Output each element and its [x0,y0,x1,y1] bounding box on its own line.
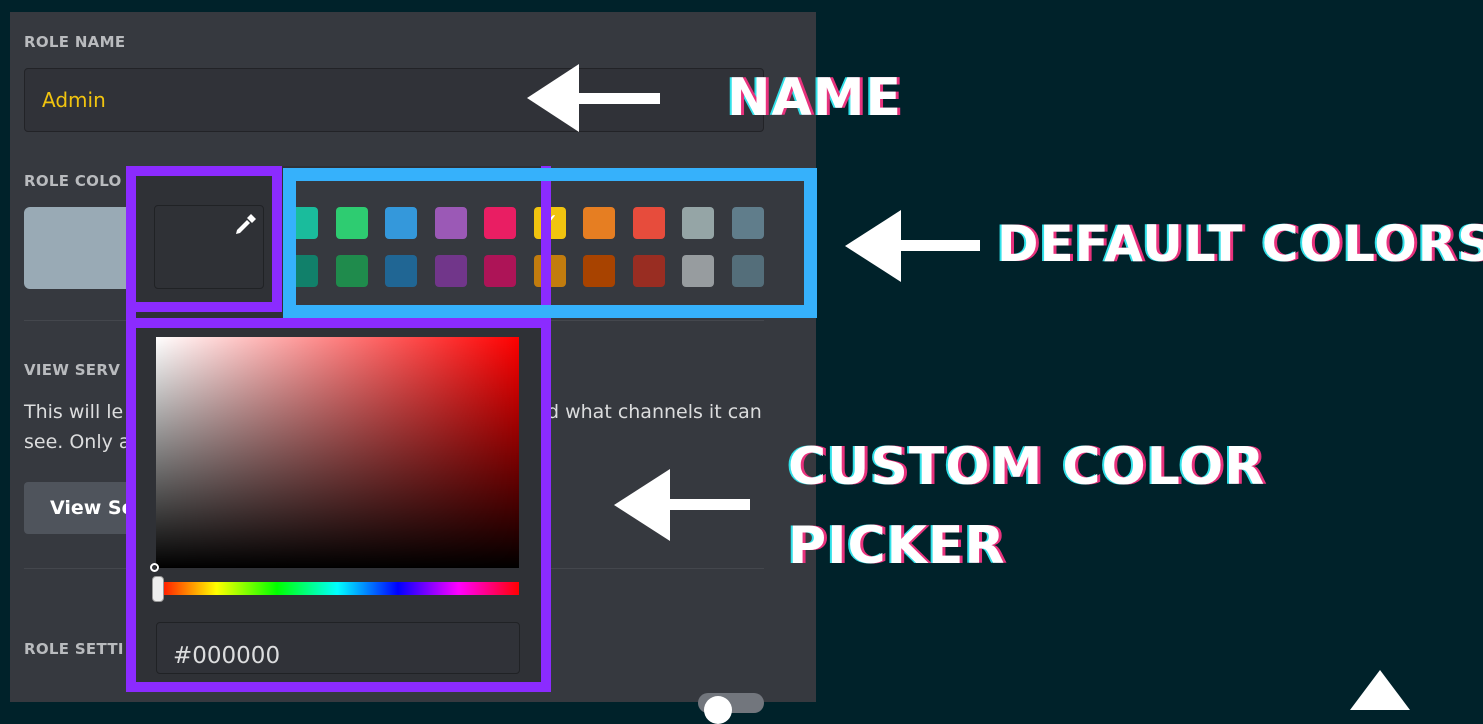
view-server-label: VIEW SERV [24,361,121,379]
arrow-left-icon [614,469,750,541]
logo-icon [1350,670,1410,710]
default-colors-highlight [283,168,817,318]
annotation-custom-color: CUSTOM COLOR [788,437,1266,497]
picker-top-border [126,318,551,358]
view-server-description-right: d what channels it can [547,401,762,423]
role-name-label: ROLE NAME [24,33,126,51]
view-server-description-2: see. Only a [24,431,131,453]
view-server-description: This will le [24,401,124,423]
annotation-name: NAME [727,68,903,128]
role-settings-label: ROLE SETTI [24,640,124,658]
role-color-label: ROLE COLO [24,172,122,190]
setting-toggle-knob[interactable] [704,696,732,724]
arrow-left-icon [527,64,660,132]
annotation-picker: PICKER [788,516,1006,576]
role-color-preview[interactable] [24,207,134,289]
arrow-left-icon [845,210,980,282]
custom-swatch-highlight [126,166,282,312]
annotation-default-colors: DEFAULT COLORS [997,215,1483,273]
